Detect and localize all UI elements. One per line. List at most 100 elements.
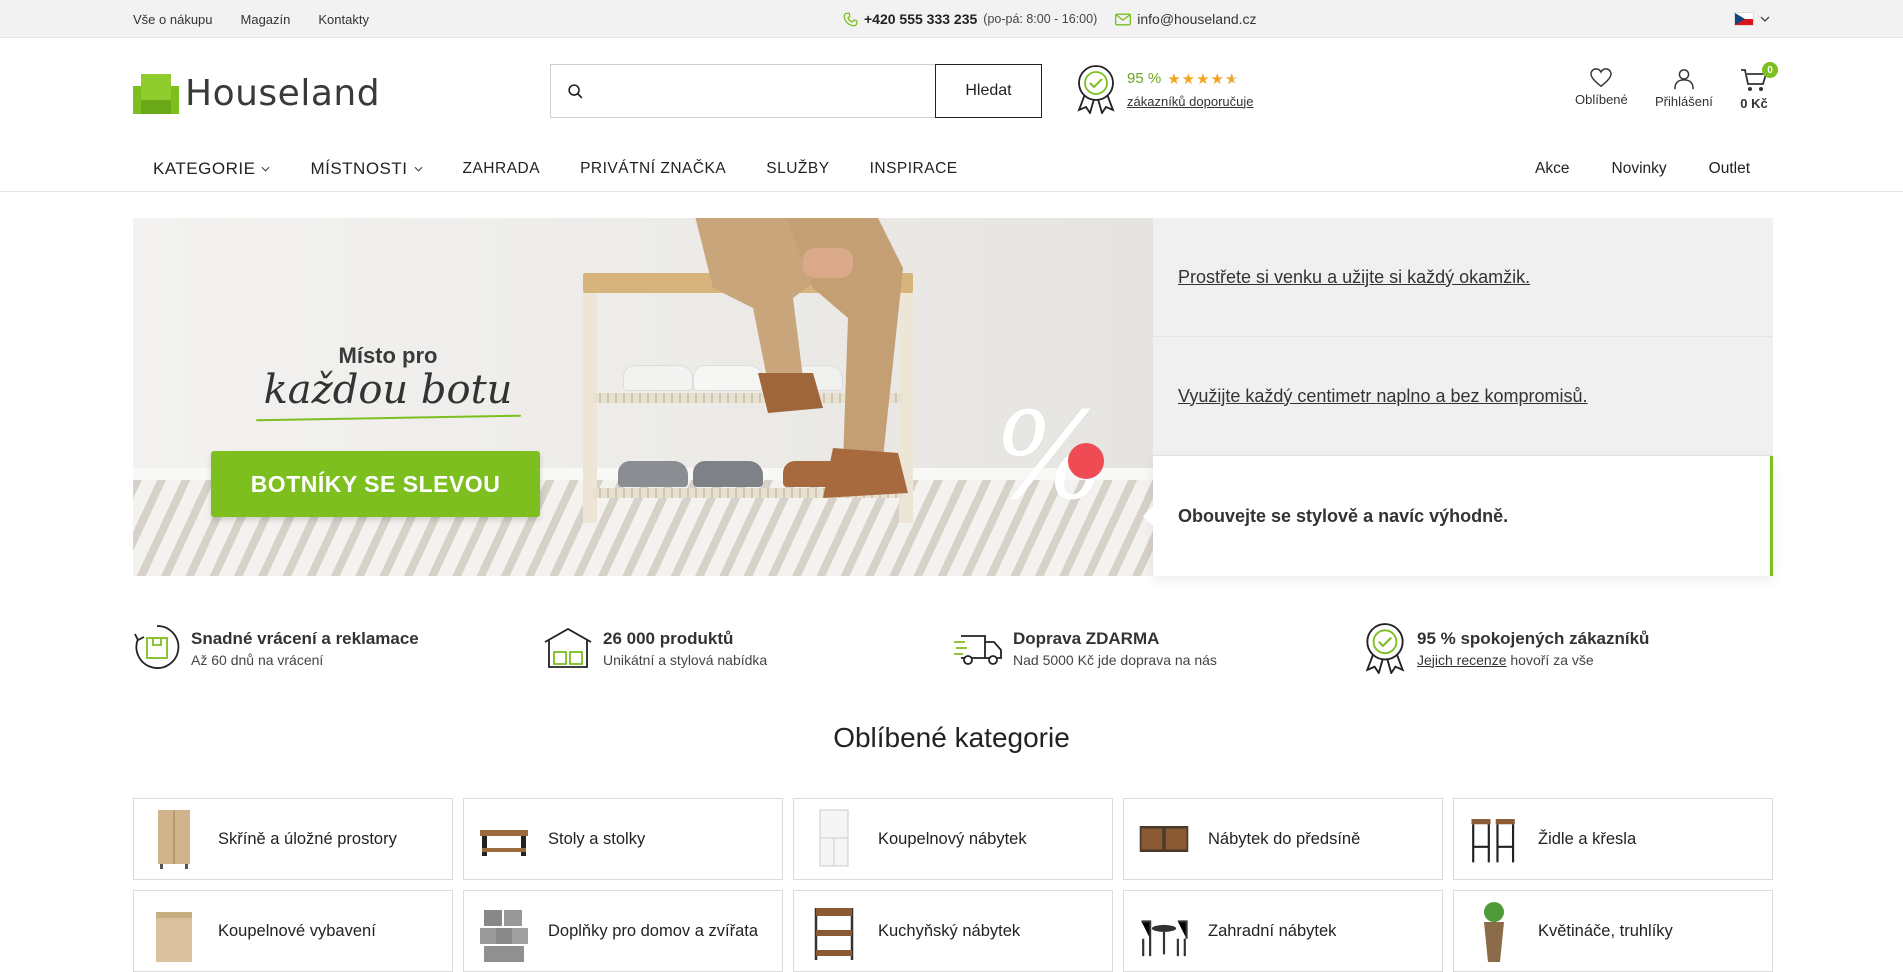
benefit-title: 26 000 produktů [603, 628, 734, 648]
banner-headline-line2: každou botu [263, 367, 513, 413]
nav-item-rooms[interactable]: MÍSTNOSTI [310, 159, 422, 179]
shoe-bench-thumb-icon [1139, 826, 1189, 852]
category-label: Koupelnový nábytek [878, 829, 1027, 848]
category-wardrobes[interactable]: Skříně a úložné prostory [133, 798, 453, 880]
laundry-basket-thumb-icon [156, 912, 192, 962]
nav-item-services[interactable]: SLUŽBY [766, 160, 829, 178]
logo-text: Houseland [185, 73, 381, 114]
category-label: Zahradní nábytek [1208, 921, 1337, 940]
benefit-products: 26 000 produktů Unikátní a stylová nabíd… [543, 620, 953, 676]
login-button[interactable]: Přihlášení [1655, 68, 1713, 109]
nav-item-outlet[interactable]: Outlet [1709, 160, 1750, 178]
benefits-bar: Snadné vrácení a reklamace Až 60 dnů na … [133, 620, 1773, 676]
category-label: Doplňky pro domov a zvířata [548, 921, 759, 940]
bar-stool-thumb-icon [1471, 819, 1515, 863]
storage-boxes-thumb-icon [480, 910, 528, 962]
email-contact[interactable]: info@houseland.cz [1115, 11, 1257, 27]
search-input[interactable] [594, 65, 935, 117]
kitchen-cart-thumb-icon [814, 908, 854, 960]
search-icon [568, 83, 583, 98]
category-label: Květináče, truhlíky [1538, 921, 1673, 940]
benefit-title: 95 % spokojených zákazníků [1417, 628, 1650, 648]
category-garden-furniture[interactable]: Zahradní nábytek [1123, 890, 1443, 972]
user-icon [1674, 69, 1694, 90]
search-field [550, 64, 935, 118]
banner-cta-button[interactable]: BOTNÍKY SE SLEVOU [211, 451, 540, 517]
houseland-logo-icon [133, 73, 179, 114]
nav-item-private-brand[interactable]: PRIVÁTNÍ ZNAČKA [580, 160, 726, 178]
category-label: Nábytek do předsíně [1208, 829, 1361, 848]
top-link-about-shopping[interactable]: Vše o nákupu [133, 12, 213, 27]
language-switcher[interactable] [1734, 0, 1770, 38]
chevron-down-icon [1760, 16, 1770, 22]
top-bar: Vše o nákupu Magazín Kontakty +420 555 3… [0, 0, 1903, 38]
customer-rating[interactable]: 95 % ★★★★★ ★ zákazníků doporučuje [1075, 64, 1253, 114]
mail-icon [1115, 13, 1132, 25]
promo-item-space[interactable]: Využijte každý centimetr naplno a bez ko… [1153, 337, 1773, 456]
top-link-magazine[interactable]: Magazín [241, 12, 291, 27]
top-links: Vše o nákupu Magazín Kontakty [133, 12, 369, 27]
header: Houseland Hledat 95 % ★★★★★ ★ zákazníků d… [0, 38, 1903, 146]
phone-contact[interactable]: +420 555 333 235 (po-pá: 8:00 - 16:00) [843, 11, 1097, 27]
planter-thumb-icon [1484, 902, 1504, 962]
login-label: Přihlášení [1655, 94, 1713, 109]
phone-number: +420 555 333 235 [864, 11, 978, 27]
sale-dot [1068, 443, 1104, 479]
search-button[interactable]: Hledat [935, 64, 1042, 118]
top-link-contacts[interactable]: Kontakty [318, 12, 369, 27]
banner-headline: Místo pro každou botu [248, 343, 528, 422]
person-image [695, 218, 908, 498]
category-bathroom-accessories[interactable]: Koupelnové vybavení [133, 890, 453, 972]
rosette-badge-icon [1077, 65, 1115, 114]
category-label: Stoly a stolky [548, 829, 646, 848]
benefit-subtitle: Nad 5000 Kč jde doprava na nás [1013, 651, 1217, 668]
logo[interactable]: Houseland [133, 73, 380, 114]
cart-button[interactable]: 0 0 Kč [1740, 62, 1778, 111]
benefit-title: Doprava ZDARMA [1013, 628, 1160, 648]
nav-item-garden[interactable]: ZAHRADA [463, 160, 541, 178]
benefit-subtitle: Až 60 dnů na vrácení [191, 651, 324, 668]
cart-price: 0 Kč [1740, 96, 1768, 111]
category-home-accessories[interactable]: Doplňky pro domov a zvířata [463, 890, 783, 972]
rating-stars: ★★★★★ ★ [1167, 70, 1240, 88]
benefit-satisfaction: 95 % spokojených zákazníků Jejich recenz… [1363, 620, 1773, 676]
category-bathroom-furniture[interactable]: Koupelnový nábytek [793, 798, 1113, 880]
rating-percent-row: 95 % ★★★★★ ★ [1127, 70, 1253, 88]
category-label: Židle a křesla [1538, 829, 1637, 848]
benefit-shipping: Doprava ZDARMA Nad 5000 Kč jde doprava n… [953, 620, 1363, 676]
favorites-button[interactable]: Oblíbené [1575, 68, 1628, 107]
category-hallway-furniture[interactable]: Nábytek do předsíně [1123, 798, 1443, 880]
phone-icon [843, 12, 858, 26]
category-label: Koupelnové vybavení [218, 921, 376, 940]
rating-percent: 95 % [1127, 70, 1162, 87]
return-box-icon [134, 625, 180, 669]
main-nav: KATEGORIE MÍSTNOSTI ZAHRADA PRIVÁTNÍ ZNA… [0, 146, 1903, 192]
phone-hours: (po-pá: 8:00 - 16:00) [983, 12, 1098, 26]
search-form: Hledat [550, 64, 1042, 118]
benefit-title: Snadné vrácení a reklamace [191, 628, 419, 648]
hero-banner[interactable]: % Místo pro každou botu BOTNÍKY SE SLEVO… [133, 218, 1153, 576]
category-chairs[interactable]: Židle a křesla [1453, 798, 1773, 880]
category-label: Kuchyňský nábytek [878, 921, 1021, 940]
hero-section: % Místo pro každou botu BOTNÍKY SE SLEVO… [133, 218, 1773, 576]
nav-item-categories[interactable]: KATEGORIE [153, 159, 270, 179]
promo-list: Prostřete si venku a užijte si každý oka… [1143, 218, 1773, 576]
promo-item-shoes[interactable]: Obouvejte se stylově a navíc výhodně. [1143, 456, 1773, 576]
warehouse-icon [544, 627, 592, 668]
nav-item-new[interactable]: Novinky [1612, 160, 1667, 178]
rating-text-link[interactable]: zákazníků doporučuje [1127, 94, 1253, 109]
benefit-subtitle: Jejich recenze hovoří za vše [1417, 651, 1594, 668]
nav-item-sale[interactable]: Akce [1535, 160, 1569, 178]
category-tables[interactable]: Stoly a stolky [463, 798, 783, 880]
promo-item-outdoor[interactable]: Prostřete si venku a užijte si každý oka… [1153, 218, 1773, 337]
chevron-down-icon [414, 166, 422, 172]
categories-title: Oblíbené kategorie [833, 722, 1070, 753]
nav-item-inspiration[interactable]: INSPIRACE [870, 160, 958, 178]
coffee-table-thumb-icon [480, 830, 528, 856]
chevron-down-icon [261, 166, 270, 172]
reviews-link[interactable]: Jejich recenze [1417, 652, 1507, 668]
email-address: info@houseland.cz [1137, 11, 1257, 27]
nav-label: MÍSTNOSTI [310, 159, 408, 178]
category-kitchen-furniture[interactable]: Kuchyňský nábytek [793, 890, 1113, 972]
category-planters[interactable]: Květináče, truhlíky [1453, 890, 1773, 972]
